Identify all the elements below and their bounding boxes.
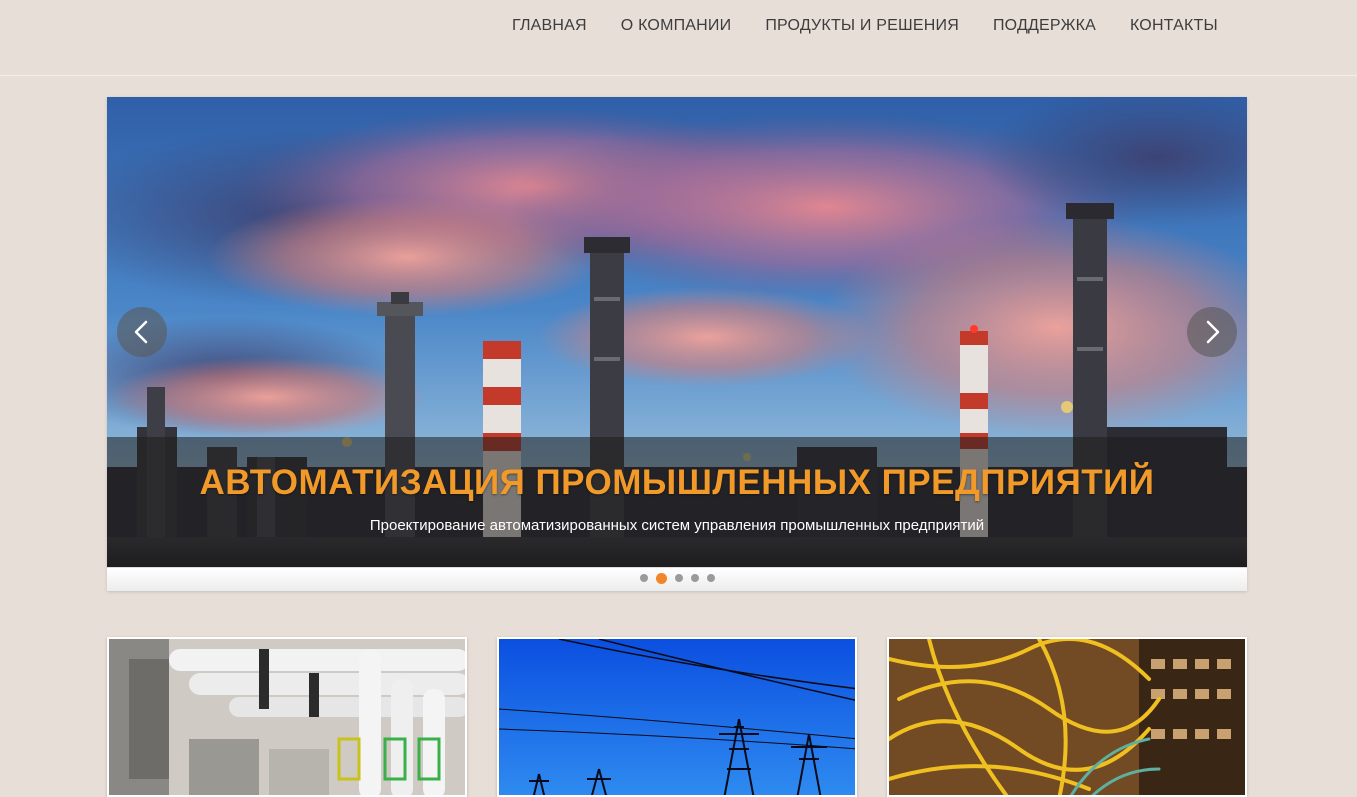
slider-dot-5[interactable]: [707, 574, 715, 582]
nav-about[interactable]: О КОМПАНИИ: [621, 17, 732, 35]
site-header: ГЛАВНАЯ О КОМПАНИИ ПРОДУКТЫ И РЕШЕНИЯ ПО…: [0, 0, 1357, 76]
slider-next-button[interactable]: [1187, 307, 1237, 357]
hero-slider: АВТОМАТИЗАЦИЯ ПРОМЫШЛЕННЫХ ПРЕДПРИЯТИЙ П…: [107, 97, 1247, 591]
slide-title: АВТОМАТИЗАЦИЯ ПРОМЫШЛЕННЫХ ПРЕДПРИЯТИЙ: [199, 463, 1155, 502]
network-cables-image: [889, 639, 1245, 795]
nav-contacts[interactable]: КОНТАКТЫ: [1130, 17, 1218, 35]
slider-prev-button[interactable]: [117, 307, 167, 357]
slider-dot-3[interactable]: [675, 574, 683, 582]
slide-caption: АВТОМАТИЗАЦИЯ ПРОМЫШЛЕННЫХ ПРЕДПРИЯТИЙ П…: [107, 437, 1247, 567]
nav-support[interactable]: ПОДДЕРЖКА: [993, 17, 1096, 35]
nav-home[interactable]: ГЛАВНАЯ: [512, 17, 587, 35]
slider-pagination: [107, 567, 1247, 591]
power-line-towers-image: [499, 639, 855, 795]
slider-dot-1[interactable]: [640, 574, 648, 582]
nav-products[interactable]: ПРОДУКТЫ И РЕШЕНИЯ: [765, 17, 959, 35]
card-power-lines[interactable]: [497, 637, 857, 797]
chevron-left-icon: [134, 320, 148, 344]
industrial-pipes-image: [109, 639, 465, 795]
chevron-right-icon: [1206, 320, 1220, 344]
main-nav: ГЛАВНАЯ О КОМПАНИИ ПРОДУКТЫ И РЕШЕНИЯ ПО…: [512, 17, 1218, 35]
slider-dot-4[interactable]: [691, 574, 699, 582]
slide-subtitle: Проектирование автоматизированных систем…: [369, 517, 985, 534]
slider-dot-2[interactable]: [656, 573, 667, 584]
card-network-cables[interactable]: [887, 637, 1247, 797]
card-industrial-pipes[interactable]: [107, 637, 467, 797]
